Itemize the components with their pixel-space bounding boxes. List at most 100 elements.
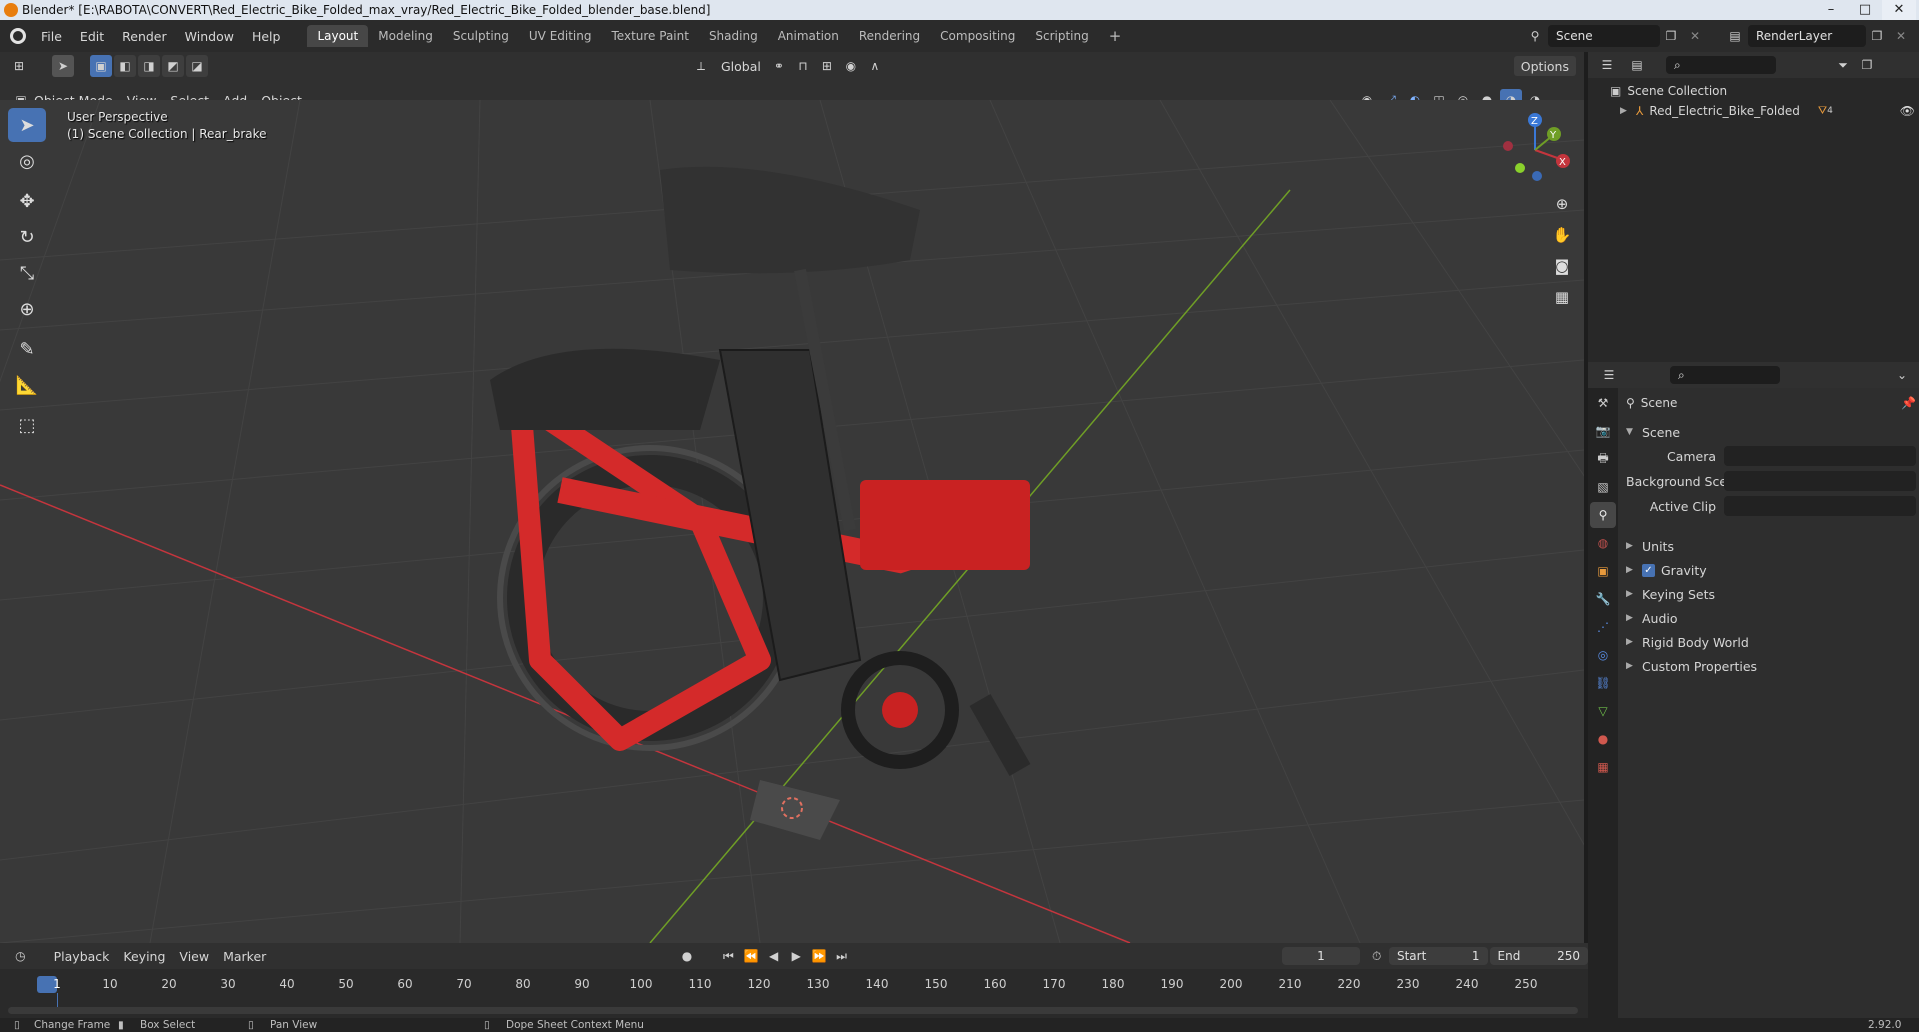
zoom-icon[interactable]: ⊕ [1548, 190, 1576, 218]
proportional-edit-icon[interactable]: ◉ [840, 55, 862, 77]
menu-render[interactable]: Render [113, 29, 176, 44]
outliner-item-label[interactable]: Red_Electric_Bike_Folded [1649, 104, 1800, 118]
background-scene-field[interactable] [1724, 471, 1916, 491]
orientation-icon[interactable]: ⟂ [690, 55, 712, 77]
select-intersect-icon[interactable]: ◪ [186, 55, 208, 77]
tab-animation[interactable]: Animation [768, 25, 849, 47]
add-cube-icon[interactable]: ⬚ [8, 408, 46, 442]
prev-keyframe-icon[interactable]: ⏪ [741, 945, 762, 967]
outliner-editor-icon[interactable]: ☰ [1596, 54, 1618, 76]
end-frame-field[interactable]: End 250 [1489, 947, 1589, 965]
properties-search-input[interactable]: ⌕ [1670, 366, 1780, 384]
delete-layer-icon[interactable]: ✕ [1890, 25, 1912, 47]
menu-keying[interactable]: Keying [116, 949, 172, 964]
particles-tab-icon[interactable]: ⋰ [1590, 614, 1616, 640]
view-layer-tab-icon[interactable]: ▧ [1590, 474, 1616, 500]
tab-shading[interactable]: Shading [699, 25, 768, 47]
scale-icon[interactable]: ⤡ [8, 256, 46, 290]
play-icon[interactable]: ▶ [786, 945, 807, 967]
menu-playback[interactable]: Playback [47, 949, 117, 964]
modifier-tab-icon[interactable]: 🔧 [1590, 586, 1616, 612]
new-scene-icon[interactable]: ❐ [1660, 25, 1682, 47]
object-tab-icon[interactable]: ▣ [1590, 558, 1616, 584]
preview-range-icon[interactable]: ⏱ [1366, 945, 1387, 967]
camera-view-icon[interactable]: ◙ [1548, 252, 1576, 280]
menu-help[interactable]: Help [243, 29, 290, 44]
audio-subpanel[interactable]: ▶ Audio [1626, 606, 1678, 630]
select-subtract-icon[interactable]: ◨ [138, 55, 160, 77]
new-collection-icon[interactable]: ❐ [1856, 54, 1878, 76]
menu-window[interactable]: Window [176, 29, 243, 44]
close-button[interactable]: ✕ [1882, 0, 1916, 20]
cursor-icon[interactable]: ◎ [8, 144, 46, 178]
new-layer-icon[interactable]: ❐ [1866, 25, 1888, 47]
play-reverse-icon[interactable]: ◀ [763, 945, 784, 967]
select-new-icon[interactable]: ▣ [90, 55, 112, 77]
scene-tab-icon[interactable]: ⚲ [1590, 502, 1616, 528]
next-keyframe-icon[interactable]: ⏩ [809, 945, 830, 967]
select-box-icon[interactable]: ➤ [8, 108, 46, 142]
filter-icon[interactable]: ⏷ [1832, 54, 1854, 76]
navigation-gizmo[interactable]: Z X Y [1490, 108, 1580, 188]
custom-properties-subpanel[interactable]: ▶ Custom Properties [1626, 654, 1757, 678]
display-mode-icon[interactable]: ▤ [1626, 54, 1648, 76]
measure-icon[interactable]: 📐 [8, 368, 46, 402]
output-tab-icon[interactable]: 🖶 [1590, 446, 1616, 472]
annotate-icon[interactable]: ✎ [8, 332, 46, 366]
editor-type-icon[interactable]: ⊞ [8, 55, 30, 77]
tab-sculpting[interactable]: Sculpting [443, 25, 519, 47]
transform-icon[interactable]: ⊕ [8, 292, 46, 326]
timeline-editor-icon[interactable]: ◷ [10, 945, 31, 967]
rotate-icon[interactable]: ↻ [8, 220, 46, 254]
render-layer-field[interactable]: RenderLayer [1748, 25, 1866, 47]
scene-selector-icon[interactable]: ⚲ [1524, 25, 1546, 47]
material-tab-icon[interactable]: ● [1590, 726, 1616, 752]
timeline-scrollbar[interactable] [8, 1007, 1578, 1014]
jump-end-icon[interactable]: ⏭ [831, 945, 852, 967]
tab-texture-paint[interactable]: Texture Paint [602, 25, 699, 47]
frame-ruler[interactable]: 1 10 20 30 40 50 60 70 80 90 100 110 120… [0, 969, 1588, 1013]
properties-editor-icon[interactable]: ☰ [1598, 364, 1620, 386]
tab-layout[interactable]: Layout [307, 25, 369, 47]
tool-tab-icon[interactable]: ⚒ [1590, 390, 1616, 416]
data-tab-icon[interactable]: ▽ [1590, 698, 1616, 724]
record-icon[interactable]: ● [677, 945, 698, 967]
units-subpanel[interactable]: ▶ Units [1626, 534, 1674, 558]
viewport-scene[interactable] [0, 100, 1584, 943]
gravity-subpanel[interactable]: ▶ ✓ Gravity [1626, 558, 1707, 582]
rigid-body-subpanel[interactable]: ▶ Rigid Body World [1626, 630, 1749, 654]
select-invert-icon[interactable]: ◩ [162, 55, 184, 77]
snap-target-icon[interactable]: ⊞ [816, 55, 838, 77]
scene-panel-header[interactable]: ▼ Scene [1626, 420, 1680, 444]
texture-tab-icon[interactable]: ▦ [1590, 754, 1616, 780]
render-tab-icon[interactable]: 📷 [1590, 418, 1616, 444]
outliner-search-input[interactable]: ⌕ [1666, 56, 1776, 74]
select-tool-icon[interactable]: ➤ [52, 55, 74, 77]
tab-modeling[interactable]: Modeling [368, 25, 443, 47]
pivot-icon[interactable]: ⚭ [768, 55, 790, 77]
orientation-dropdown[interactable]: Global [714, 59, 768, 74]
maximize-button[interactable]: □ [1848, 0, 1882, 20]
expand-arrow-icon[interactable]: ▶ [1620, 106, 1630, 116]
pan-hand-icon[interactable]: ✋ [1548, 221, 1576, 249]
jump-start-icon[interactable]: ⏮ [718, 945, 739, 967]
current-frame-field[interactable]: 1 [1281, 947, 1361, 965]
physics-tab-icon[interactable]: ◎ [1590, 642, 1616, 668]
snap-icon[interactable]: ⊓ [792, 55, 814, 77]
move-icon[interactable]: ✥ [8, 184, 46, 218]
gravity-checkbox[interactable]: ✓ [1642, 563, 1655, 577]
eye-icon[interactable]: 👁 [1900, 104, 1915, 118]
tab-rendering[interactable]: Rendering [849, 25, 930, 47]
menu-timeline-view[interactable]: View [172, 949, 216, 964]
ortho-grid-icon[interactable]: ▦ [1548, 283, 1576, 311]
tab-compositing[interactable]: Compositing [930, 25, 1025, 47]
scene-collection-label[interactable]: Scene Collection [1627, 84, 1727, 98]
menu-marker[interactable]: Marker [216, 949, 273, 964]
outliner-item[interactable]: ▶ ⅄ Red_Electric_Bike_Folded ⛛ 4 👁 [1620, 104, 1915, 118]
start-frame-field[interactable]: Start 1 [1388, 947, 1488, 965]
scene-field[interactable]: Scene [1548, 25, 1660, 47]
pin-icon[interactable]: 📌 [1901, 396, 1916, 410]
delete-scene-icon[interactable]: ✕ [1684, 25, 1706, 47]
tab-scripting[interactable]: Scripting [1025, 25, 1098, 47]
blender-logo-icon[interactable] [10, 28, 26, 44]
